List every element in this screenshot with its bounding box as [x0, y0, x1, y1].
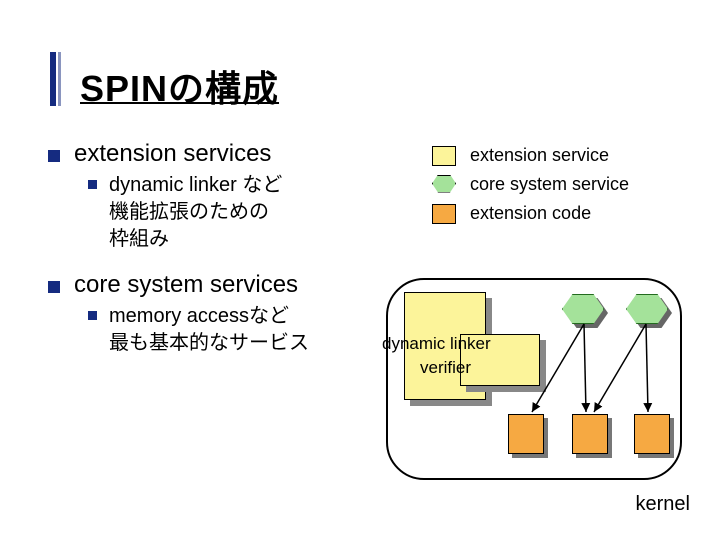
diagram-label: verifier	[420, 358, 471, 378]
bullet-text: dynamic linker など機能拡張のための枠組み	[109, 172, 282, 253]
legend-row: extension code	[432, 203, 629, 224]
title-accent-bar-thin	[58, 52, 61, 106]
legend-label: core system service	[470, 174, 629, 195]
extension-code-box	[634, 414, 670, 454]
bullet-level2: dynamic linker など機能拡張のための枠組み	[88, 172, 398, 253]
legend-row: extension service	[432, 145, 629, 166]
bullet-square-icon	[48, 150, 60, 162]
slide: SPINの構成 extension services dynamic linke…	[0, 0, 720, 540]
bullet-square-icon	[88, 180, 97, 189]
bullet-square-icon	[48, 281, 60, 293]
bullet-level2: memory accessなど最も基本的なサービス	[88, 303, 398, 357]
bullet-level1: extension services	[48, 140, 398, 168]
slide-title: SPINの構成	[50, 60, 670, 112]
title-accent-bar	[50, 52, 56, 106]
kernel-label: kernel	[636, 493, 690, 516]
bullet-text: memory accessなど最も基本的なサービス	[109, 303, 309, 357]
legend-row: core system service	[432, 174, 629, 195]
bullet-text: core system services	[74, 271, 298, 299]
legend-label: extension code	[470, 203, 591, 224]
legend-swatch-green	[432, 175, 456, 195]
bullet-square-icon	[88, 311, 97, 320]
slide-title-block: SPINの構成	[50, 60, 670, 112]
extension-code-box	[508, 414, 544, 454]
bullet-content: extension services dynamic linker など機能拡張…	[48, 140, 398, 375]
legend-label: extension service	[470, 145, 609, 166]
legend: extension service core system service ex…	[432, 145, 629, 232]
extension-code-box	[572, 414, 608, 454]
legend-swatch-yellow	[432, 146, 456, 166]
bullet-text: extension services	[74, 140, 271, 168]
diagram-label: dynamic linker	[382, 334, 491, 354]
bullet-level1: core system services	[48, 271, 398, 299]
legend-swatch-orange	[432, 204, 456, 224]
diagram: dynamic linker verifier kernel	[386, 278, 686, 488]
